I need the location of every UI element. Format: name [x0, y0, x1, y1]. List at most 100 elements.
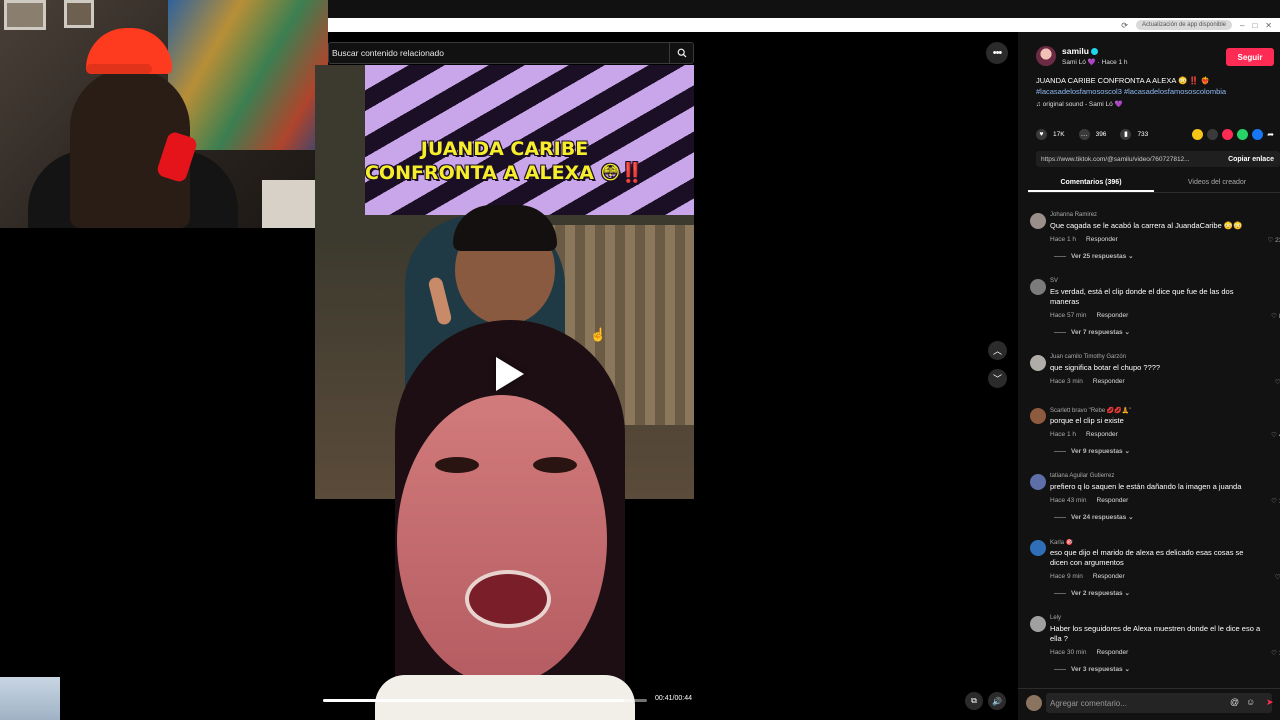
pip-icon: ⧉ — [971, 696, 977, 705]
repost-icon[interactable] — [1192, 128, 1204, 140]
speaker-icon: 🔊 — [992, 696, 1002, 706]
next-video-button[interactable]: ﹀ — [988, 369, 1007, 388]
comment-like[interactable]: ♡ 3 — [1275, 573, 1280, 581]
comment-text: prefiero q lo saquen le están dañando la… — [1050, 482, 1242, 491]
mention-icon[interactable]: @ — [1230, 697, 1239, 707]
follow-button[interactable]: Seguir — [1226, 48, 1274, 66]
share-arrow-icon[interactable]: ➦ — [1267, 130, 1274, 139]
author-row: samilu Sami Ló 💜 · Hace 1 h Seguir — [1036, 46, 1280, 68]
verified-icon — [1090, 48, 1098, 56]
save-count: 733 — [1137, 130, 1149, 138]
commenter-name[interactable]: Lely — [1050, 615, 1061, 621]
woman-mouth — [465, 570, 551, 628]
comment-meta: Hace 1 h Responder — [1050, 431, 1118, 438]
close-window-button[interactable]: ✕ — [1265, 21, 1272, 30]
send-icon[interactable] — [1222, 128, 1234, 140]
minimize-button[interactable]: – — [1240, 21, 1244, 30]
picture-in-picture-button[interactable]: ⧉ — [965, 692, 983, 710]
copy-link-button[interactable]: Copiar enlace — [1222, 156, 1280, 163]
woman-shirt — [375, 675, 635, 720]
red-cap-brim — [86, 64, 152, 74]
author-avatar[interactable] — [1036, 46, 1056, 66]
commenter-name[interactable]: Karla 🎯 — [1050, 539, 1073, 546]
comment-like[interactable]: ♡ 42 — [1271, 431, 1280, 439]
search-icon — [677, 48, 686, 58]
browser-toolbar: ⟳ Actualización de app disponible – □ ✕ — [328, 18, 1280, 32]
heart-icon[interactable]: ♥ — [1036, 128, 1047, 140]
commenter-name[interactable]: Johanna Ramirez — [1050, 212, 1097, 218]
view-replies[interactable]: Ver 25 respuestas ⌄ — [1054, 252, 1134, 260]
view-replies[interactable]: Ver 9 respuestas ⌄ — [1054, 447, 1130, 455]
whatsapp-icon[interactable] — [1237, 128, 1249, 140]
commenter-name[interactable]: SV — [1050, 278, 1058, 284]
video-link[interactable]: https://www.tiktok.com/@samilu/video/760… — [1036, 156, 1222, 163]
more-options-button[interactable]: ••• — [986, 42, 1008, 64]
search-input[interactable] — [329, 48, 669, 58]
tab-comments[interactable]: Comentarios (396) — [1028, 175, 1154, 192]
comment-text: Que cagada se le acabó la carrera al Jua… — [1050, 221, 1243, 230]
comment-like[interactable]: ♡ 87 — [1271, 312, 1280, 320]
commenter-name[interactable]: Juan camilo Timothy Garzón — [1050, 354, 1126, 360]
wall-frame — [4, 0, 46, 30]
volume-button[interactable]: 🔊 — [988, 692, 1006, 710]
commenter-avatar[interactable] — [1030, 213, 1046, 229]
maximize-button[interactable]: □ — [1252, 21, 1257, 30]
play-icon[interactable] — [496, 357, 524, 391]
search-button[interactable] — [669, 43, 693, 63]
author-username[interactable]: samilu — [1062, 46, 1098, 56]
comment-meta: Hace 43 min Responder — [1050, 497, 1129, 504]
reply-button[interactable]: Responder — [1097, 649, 1129, 656]
streamer-webcam — [0, 0, 328, 228]
reply-button[interactable]: Responder — [1086, 431, 1118, 438]
previous-video-button[interactable]: ︿ — [988, 341, 1007, 360]
video-player[interactable]: JUANDA CARIBE CONFRONTA A ALEXA 😳‼️ ☝ 00… — [315, 65, 703, 720]
commenter-avatar[interactable] — [1030, 408, 1046, 424]
view-replies[interactable]: Ver 2 respuestas ⌄ — [1054, 589, 1130, 597]
view-replies[interactable]: Ver 3 respuestas ⌄ — [1054, 665, 1130, 673]
man-hair — [453, 205, 557, 251]
tab-creator-videos[interactable]: Videos del creador — [1154, 175, 1280, 192]
comment-text: porque el clip si existe — [1050, 416, 1124, 425]
woman-face — [397, 395, 607, 685]
commenter-name[interactable]: Scarlett bravo "Rebe 💋💋🧘" — [1050, 407, 1131, 414]
comment-meta: Hace 30 min Responder — [1050, 649, 1129, 656]
cursor-icon: ☝ — [590, 327, 607, 342]
comment-like[interactable]: ♡ 19 — [1271, 649, 1280, 657]
commenter-avatar[interactable] — [1030, 540, 1046, 556]
like-count: 17K — [1053, 130, 1065, 138]
comment-text: eso que dijo el marido de alexa es delic… — [1050, 548, 1244, 567]
reply-button[interactable]: Responder — [1093, 378, 1125, 385]
commenter-avatar[interactable] — [1030, 474, 1046, 490]
commenter-avatar[interactable] — [1030, 616, 1046, 632]
comment-meta: Hace 1 h Responder — [1050, 236, 1118, 243]
embed-icon[interactable] — [1207, 128, 1219, 140]
post-hashtags[interactable]: #lacasadelosfamososcol3 #lacasadelosfamo… — [1036, 86, 1280, 97]
commenter-name[interactable]: tatiana Aguilar Gutierrez — [1050, 473, 1114, 479]
send-comment-icon[interactable]: ➤ — [1266, 697, 1274, 708]
post-sound[interactable]: ♫ original sound - Sami Ló 💜 — [1036, 100, 1123, 108]
commenter-avatar[interactable] — [1030, 355, 1046, 371]
link-row: https://www.tiktok.com/@samilu/video/760… — [1036, 151, 1280, 167]
refresh-icon[interactable]: ⟳ — [1121, 21, 1128, 30]
more-dots-icon: ••• — [992, 47, 1003, 59]
comment-like[interactable]: ♡ 1 — [1275, 378, 1280, 386]
view-replies[interactable]: Ver 7 respuestas ⌄ — [1054, 328, 1130, 336]
commenter-avatar[interactable] — [1030, 279, 1046, 295]
app-update-pill[interactable]: Actualización de app disponible — [1135, 20, 1232, 30]
my-avatar — [1026, 695, 1042, 711]
comment-like[interactable]: ♡ 17 — [1271, 497, 1280, 505]
headline-line-1: JUANDA CARIBE — [420, 138, 589, 160]
chevron-up-icon: ︿ — [992, 346, 1002, 356]
facebook-icon[interactable] — [1252, 128, 1264, 140]
view-replies[interactable]: Ver 24 respuestas ⌄ — [1054, 513, 1134, 521]
reply-button[interactable]: Responder — [1086, 236, 1118, 243]
bookmark-icon[interactable]: ▮ — [1120, 128, 1132, 140]
comment-icon[interactable]: … — [1078, 128, 1090, 140]
reply-button[interactable]: Responder — [1097, 312, 1129, 319]
reply-button[interactable]: Responder — [1097, 497, 1129, 504]
video-progress-bar[interactable] — [323, 699, 647, 702]
reply-button[interactable]: Responder — [1093, 573, 1125, 580]
comment-like[interactable]: ♡ 234 — [1268, 236, 1280, 244]
emoji-icon[interactable]: ☺ — [1246, 697, 1255, 707]
comment-text: Es verdad, está el clip donde el dice qu… — [1050, 287, 1234, 306]
